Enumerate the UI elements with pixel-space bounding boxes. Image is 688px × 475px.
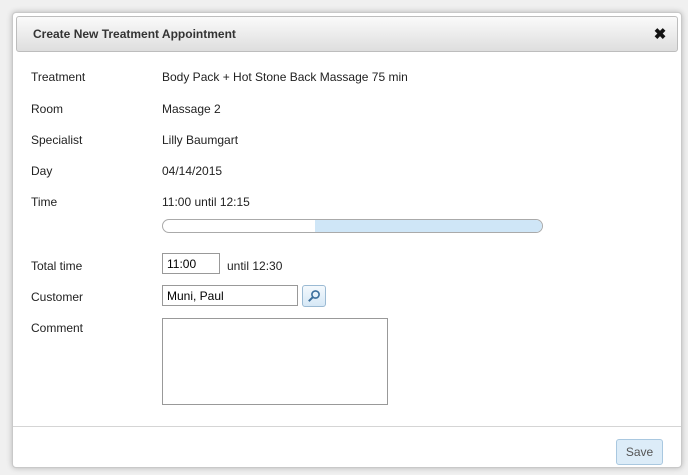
- customer-search-button[interactable]: [302, 285, 326, 307]
- room-value: Massage 2: [162, 102, 221, 116]
- treatment-label: Treatment: [31, 70, 86, 84]
- appointment-dialog: Create New Treatment Appointment ✖ Treat…: [12, 12, 682, 468]
- dialog-titlebar[interactable]: Create New Treatment Appointment ✖: [16, 16, 678, 52]
- close-icon[interactable]: ✖: [651, 26, 669, 44]
- specialist-value: Lilly Baumgart: [162, 133, 239, 147]
- day-value: 04/14/2015: [162, 164, 223, 178]
- time-value: 11:00 until 12:15: [162, 195, 250, 209]
- footer-divider: [13, 426, 681, 427]
- customer-label: Customer: [31, 290, 84, 304]
- comment-textarea[interactable]: [162, 318, 388, 405]
- customer-input[interactable]: [162, 285, 298, 306]
- total-time-start-input[interactable]: [162, 253, 220, 274]
- time-slider[interactable]: [162, 219, 543, 233]
- time-label: Time: [31, 195, 58, 209]
- total-time-label: Total time: [31, 259, 83, 273]
- save-button[interactable]: Save: [616, 439, 663, 465]
- comment-label: Comment: [31, 321, 84, 335]
- dialog-title: Create New Treatment Appointment: [33, 27, 236, 41]
- specialist-label: Specialist: [31, 133, 83, 147]
- search-icon: [308, 290, 320, 302]
- time-slider-selection[interactable]: [314, 220, 542, 232]
- day-label: Day: [31, 164, 53, 178]
- room-label: Room: [31, 102, 64, 116]
- total-time-until: until 12:30: [227, 259, 283, 273]
- treatment-value: Body Pack + Hot Stone Back Massage 75 mi…: [162, 70, 408, 84]
